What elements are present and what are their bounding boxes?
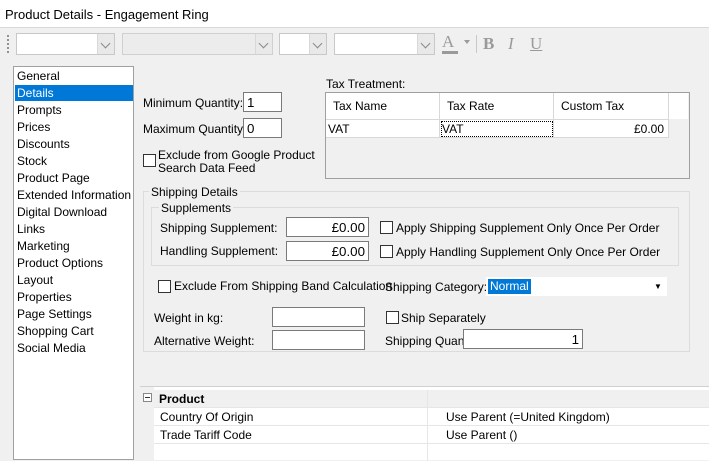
property-value[interactable]: Use Parent () (446, 426, 517, 444)
tax-name-cell: VAT (326, 120, 440, 138)
shipping-category-value: Normal (488, 279, 531, 294)
exclude-google-label-line2: Search Data Feed (158, 161, 256, 175)
exclude-google-label: Exclude from Google Product Search Data … (158, 149, 315, 175)
property-name: Trade Tariff Code (160, 428, 252, 442)
section-nav-list: General Details Prompts Prices Discounts… (13, 66, 134, 460)
property-category-label: Product (159, 392, 205, 406)
ship-separately-checkbox[interactable] (386, 311, 399, 324)
apply-shipping-once-checkbox[interactable] (380, 221, 393, 234)
custom-tax-cell[interactable]: £0.00 (554, 120, 669, 138)
tax-col-custom[interactable]: Custom Tax (554, 93, 669, 119)
max-quantity-input[interactable] (243, 118, 282, 138)
font-color-icon[interactable]: A (442, 32, 454, 52)
underline-button[interactable]: U (530, 34, 542, 54)
shipping-details-title: Shipping Details (149, 185, 240, 199)
chevron-down-icon[interactable] (309, 34, 326, 54)
nav-item-prices[interactable]: Prices (15, 119, 133, 135)
property-name: Country Of Origin (160, 410, 254, 424)
apply-handling-once-label: Apply Handling Supplement Only Once Per … (396, 245, 661, 259)
shipping-supplement-label: Shipping Supplement: (160, 221, 278, 235)
style-combo[interactable] (16, 33, 115, 55)
handling-supplement-label: Handling Supplement: (160, 244, 279, 258)
bold-button[interactable]: B (483, 34, 494, 54)
nav-item-links[interactable]: Links (15, 221, 133, 237)
tax-grid-header: Tax Name Tax Rate Custom Tax (326, 93, 688, 119)
chevron-down-icon[interactable]: ▼ (651, 279, 665, 294)
font-name-combo[interactable] (122, 33, 273, 55)
property-category-product[interactable]: Product (154, 390, 709, 408)
font-size-combo[interactable] (279, 33, 327, 55)
alternative-weight-input[interactable] (272, 330, 365, 350)
chevron-down-icon[interactable] (417, 34, 434, 54)
shipping-quantity-input[interactable] (463, 329, 583, 349)
toolbar-grip[interactable] (6, 34, 10, 54)
alternative-weight-label: Alternative Weight: (154, 334, 255, 348)
nav-item-product-options[interactable]: Product Options (15, 255, 133, 271)
color-combo[interactable] (334, 33, 435, 55)
nav-item-stock[interactable]: Stock (15, 153, 133, 169)
tax-grid: Tax Name Tax Rate Custom Tax VAT VAT £0.… (325, 92, 690, 179)
apply-shipping-once-label: Apply Shipping Supplement Only Once Per … (396, 221, 660, 235)
property-row[interactable]: Country Of Origin Use Parent (=United Ki… (154, 408, 709, 426)
nav-item-properties[interactable]: Properties (15, 289, 133, 305)
min-quantity-input[interactable] (243, 92, 282, 112)
property-grid: Product Country Of Origin Use Parent (=U… (140, 386, 709, 461)
font-color-dropdown-icon[interactable] (464, 40, 470, 44)
nav-item-layout[interactable]: Layout (15, 272, 133, 288)
tax-col-rate[interactable]: Tax Rate (440, 93, 554, 119)
font-color-letter: A (442, 32, 455, 51)
ship-separately-label: Ship Separately (401, 311, 486, 325)
chevron-down-icon[interactable] (255, 34, 272, 54)
nav-item-prompts[interactable]: Prompts (15, 102, 133, 118)
shipping-supplement-input[interactable] (286, 217, 369, 237)
nav-item-page-settings[interactable]: Page Settings (15, 306, 133, 322)
nav-item-extended-information[interactable]: Extended Information (15, 187, 133, 203)
tax-col-name[interactable]: Tax Name (326, 93, 440, 119)
table-row[interactable]: VAT VAT £0.00 (326, 119, 669, 138)
exclude-google-checkbox[interactable] (143, 154, 156, 167)
weight-input[interactable] (272, 307, 365, 327)
apply-handling-once-checkbox[interactable] (380, 245, 393, 258)
weight-label: Weight in kg: (154, 311, 224, 325)
tax-treatment-title: Tax Treatment: (326, 77, 406, 91)
nav-item-product-page[interactable]: Product Page (15, 170, 133, 186)
italic-button[interactable]: I (508, 34, 514, 54)
max-quantity-label: Maximum Quantity: (143, 122, 247, 136)
exclude-shipping-band-checkbox[interactable] (158, 280, 171, 293)
toolbar-separator (476, 35, 477, 53)
property-row[interactable]: Trade Tariff Code Use Parent () (154, 426, 709, 444)
property-value[interactable]: Use Parent (=United Kingdom) (446, 408, 610, 426)
tax-rate-cell[interactable]: VAT (440, 120, 554, 138)
chevron-down-icon[interactable] (97, 34, 114, 54)
window-title: Product Details - Engagement Ring (0, 0, 709, 28)
nav-item-discounts[interactable]: Discounts (15, 136, 133, 152)
font-color-bar (442, 51, 458, 54)
nav-item-digital-download[interactable]: Digital Download (15, 204, 133, 220)
nav-item-details[interactable]: Details (15, 85, 133, 101)
supplements-title: Supplements (159, 201, 234, 215)
min-quantity-label: Minimum Quantity: (143, 96, 244, 110)
property-grid-divider[interactable] (427, 390, 428, 461)
handling-supplement-input[interactable] (286, 241, 369, 261)
exclude-shipping-band-label: Exclude From Shipping Band Calculation (174, 279, 393, 293)
nav-item-general[interactable]: General (15, 68, 133, 84)
nav-item-social-media[interactable]: Social Media (15, 340, 133, 356)
nav-item-shopping-cart[interactable]: Shopping Cart (15, 323, 133, 339)
collapse-icon[interactable] (143, 393, 152, 402)
shipping-category-label: Shipping Category: (385, 280, 488, 294)
nav-item-marketing[interactable]: Marketing (15, 238, 133, 254)
